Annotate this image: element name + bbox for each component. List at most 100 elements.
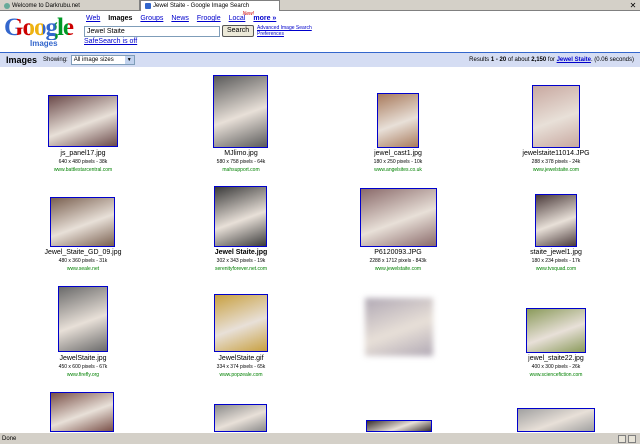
results-bar-title: Images	[6, 55, 38, 65]
close-tab-icon[interactable]: ✕	[626, 0, 640, 10]
image-results-grid: js_panel17.jpg 640 x 480 pixels - 38k ww…	[0, 68, 640, 432]
security-icon	[618, 434, 626, 443]
browser-tab-strip: Welcome to Darkrubu.net Jewel Staite - G…	[0, 0, 640, 11]
results-stats: Results 1 - 20 of about 2,150 for Jewel …	[469, 57, 634, 63]
image-caption: Jewel Staite.jpg 302 x 343 pixels - 19k …	[166, 249, 316, 273]
nav-images: Images	[108, 15, 133, 22]
image-caption: JewelStaite.jpg 450 x 600 pixels - 67k w…	[8, 355, 158, 379]
image-thumbnail[interactable]	[214, 294, 268, 352]
status-icons	[618, 434, 640, 443]
search-header: Google Images Web Images Groups News Fro…	[0, 11, 640, 51]
status-text: Done	[2, 435, 17, 442]
page-icon	[4, 2, 10, 9]
search-nav: Web Images Groups News Froogle Local New…	[86, 11, 276, 22]
results-query-link[interactable]: Jewel Staite	[557, 57, 591, 63]
zone-icon	[628, 434, 636, 443]
image-domain[interactable]: www.popzeale.com	[166, 371, 316, 379]
image-thumbnail[interactable]	[526, 308, 586, 353]
browser-tab-2[interactable]: Jewel Staite - Google Image Search	[140, 0, 280, 11]
image-domain[interactable]: www.sciencefiction.com	[481, 371, 631, 379]
image-filename: P6120093.JPG	[374, 249, 422, 256]
image-domain[interactable]: www.seale.net	[8, 265, 158, 273]
nav-web[interactable]: Web	[86, 15, 100, 22]
nav-more[interactable]: more »	[253, 15, 276, 22]
new-badge: New!	[242, 11, 255, 17]
image-dimensions: 480 x 360 pixels - 31k	[58, 258, 108, 264]
results-time: (0.06 seconds)	[594, 57, 634, 63]
nav-groups[interactable]: Groups	[140, 15, 163, 22]
preferences-link[interactable]: Preferences	[257, 31, 312, 37]
image-thumbnail[interactable]	[360, 188, 437, 247]
image-thumbnail[interactable]	[214, 186, 267, 247]
nav-froogle[interactable]: Froogle	[197, 15, 221, 22]
advanced-links: Advanced Image Search Preferences	[257, 25, 312, 37]
image-domain[interactable]: www.jewelstaite.com	[481, 166, 631, 174]
image-thumbnail[interactable]	[58, 286, 108, 352]
nav-local[interactable]: Local New!	[229, 11, 254, 22]
nav-news[interactable]: News	[171, 15, 189, 22]
browser-tab-1[interactable]: Welcome to Darkrubu.net	[0, 0, 140, 11]
image-dimensions: 180 x 250 pixels - 10k	[373, 159, 423, 165]
image-domain[interactable]: www.firefly.org	[8, 371, 158, 379]
image-filename: jewelstaite11014.JPG	[522, 150, 590, 157]
image-size-value: All image sizes	[73, 57, 114, 63]
image-dimensions: 334 x 374 pixels - 65k	[216, 364, 266, 370]
image-domain[interactable]: www.battlestarcentral.com	[8, 166, 158, 174]
image-thumbnail[interactable]	[535, 194, 577, 247]
image-dimensions: 288 x 378 pixels - 24k	[531, 159, 581, 165]
image-caption: JewelStaite.gif 334 x 374 pixels - 65k w…	[166, 355, 316, 379]
image-caption: jewel_staite22.jpg 400 x 300 pixels - 26…	[481, 355, 631, 379]
image-dimensions: 2288 x 1712 pixels - 843k	[369, 258, 427, 264]
image-thumbnail[interactable]	[366, 420, 432, 432]
image-thumbnail[interactable]	[517, 408, 595, 432]
image-thumbnail[interactable]	[50, 197, 115, 247]
results-of-about: of about	[507, 57, 530, 63]
search-button[interactable]: Search	[222, 25, 255, 37]
image-domain[interactable]: mahsupport.com	[166, 166, 316, 174]
browser-tab-1-title: Welcome to Darkrubu.net	[12, 2, 80, 9]
google-logo[interactable]: Google Images	[4, 15, 80, 49]
results-prefix: Results	[469, 57, 490, 63]
image-dimensions: 180 x 234 pixels - 17k	[531, 258, 581, 264]
google-logo-wordmark: Google	[4, 15, 80, 40]
blurred-image-thumbnail[interactable]	[365, 298, 433, 356]
search-row: Search	[84, 25, 255, 37]
image-dimensions: 640 x 480 pixels - 38k	[58, 159, 108, 165]
image-thumbnail[interactable]	[50, 392, 114, 432]
image-filename: staite_jewel1.jpg	[530, 249, 582, 256]
image-thumbnail[interactable]	[532, 85, 580, 148]
chevron-down-icon: ▼	[124, 56, 134, 64]
image-caption: staite_jewel1.jpg 180 x 234 pixels - 17k…	[481, 249, 631, 273]
results-total: 2,150	[531, 57, 547, 63]
showing-label: Showing:	[43, 57, 68, 63]
image-filename: JewelStaite.jpg	[59, 355, 107, 362]
image-domain[interactable]: www.tvsquad.com	[481, 265, 631, 273]
image-thumbnail[interactable]	[213, 75, 268, 148]
safesearch-link[interactable]: SafeSearch is off	[84, 38, 137, 45]
browser-status-bar: Done	[0, 432, 640, 444]
image-thumbnail[interactable]	[48, 95, 118, 147]
image-dimensions: 580 x 758 pixels - 64k	[216, 159, 266, 165]
image-dimensions: 450 x 600 pixels - 67k	[58, 364, 108, 370]
image-caption: Jewel_Staite_GD_09.jpg 480 x 360 pixels …	[8, 249, 158, 273]
image-filename: JewelStaite.gif	[218, 355, 264, 362]
google-favicon-icon	[145, 3, 151, 9]
search-input[interactable]	[84, 25, 220, 37]
image-caption: jewelstaite11014.JPG 288 x 378 pixels - …	[481, 150, 631, 174]
google-logo-subtitle: Images	[30, 39, 58, 48]
image-caption: P6120093.JPG 2288 x 1712 pixels - 843k w…	[323, 249, 473, 273]
browser-tab-2-title: Jewel Staite - Google Image Search	[153, 3, 250, 9]
image-filename: Jewel Staite.jpg	[214, 249, 268, 256]
image-filename: jewel_cast1.jpg	[374, 150, 422, 157]
image-size-select[interactable]: All image sizes ▼	[70, 55, 135, 65]
results-bar: Images Showing: All image sizes ▼ Result…	[0, 52, 640, 67]
image-thumbnail[interactable]	[214, 404, 267, 432]
results-for: for	[547, 57, 555, 63]
image-domain[interactable]: www.angelsites.co.uk	[323, 166, 473, 174]
image-domain[interactable]: www.jewelstaite.com	[323, 265, 473, 273]
image-dimensions: 400 x 300 pixels - 26k	[531, 364, 581, 370]
image-domain[interactable]: serenityforever.net.com	[166, 265, 316, 273]
image-caption: MJlimo.jpg 580 x 758 pixels - 64k mahsup…	[166, 150, 316, 174]
image-thumbnail[interactable]	[377, 93, 419, 148]
image-filename: js_panel17.jpg	[60, 150, 106, 157]
